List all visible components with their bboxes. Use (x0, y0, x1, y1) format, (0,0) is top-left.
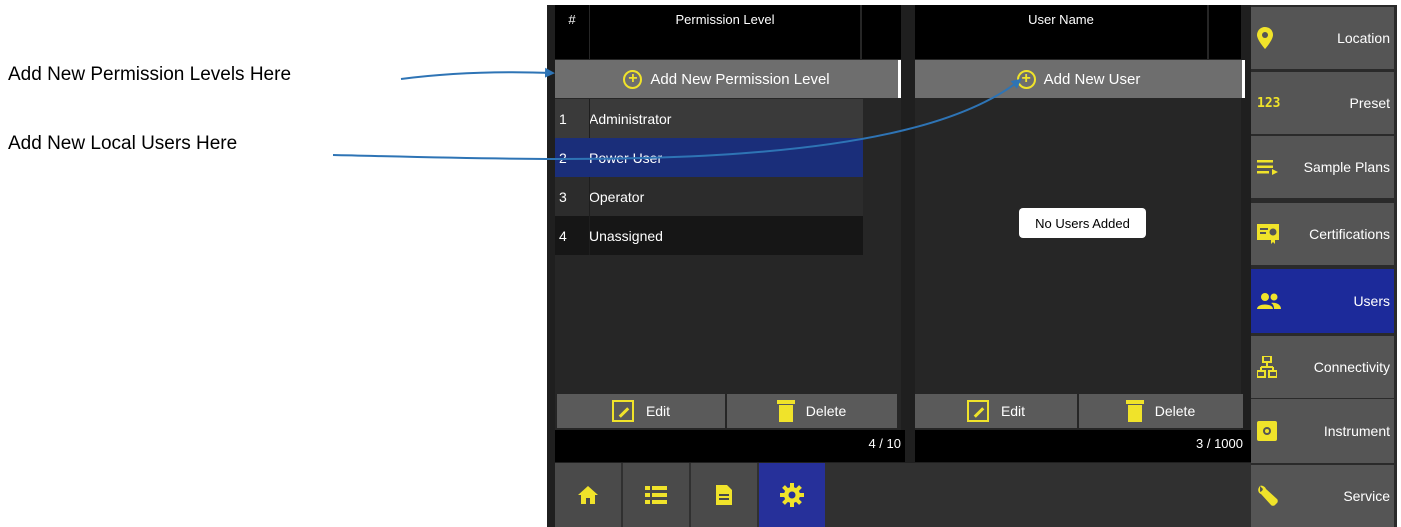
123-icon: 123 (1257, 95, 1281, 111)
annotation-add-permission: Add New Permission Levels Here (8, 64, 292, 85)
sidebar-item-label: Instrument (1323, 423, 1390, 439)
no-users-badge: No Users Added (1019, 208, 1146, 238)
edit-label: Edit (1000, 403, 1026, 419)
user-count: 3 / 1000 (1196, 436, 1243, 451)
sidebar-item-sample-plans[interactable]: Sample Plans (1251, 136, 1394, 198)
sidebar-item-label: Users (1353, 293, 1390, 309)
wrench-icon (1258, 485, 1278, 506)
column-header-number: # (555, 5, 589, 59)
certificate-icon (1257, 224, 1279, 244)
trash-icon (1125, 400, 1144, 422)
list-button[interactable] (623, 463, 689, 527)
annotation-add-users: Add New Local Users Here (8, 133, 238, 154)
trash-icon (776, 400, 795, 422)
delete-label: Delete (1154, 403, 1196, 419)
add-circle-icon: + (1016, 69, 1036, 89)
column-header-permission-level: Permission Level (590, 5, 860, 59)
settings-gear-icon (780, 483, 804, 507)
sidebar-item-label: Certifications (1309, 226, 1390, 242)
instrument-icon (1257, 421, 1277, 441)
device-screen: # Permission Level + Add New Permission … (547, 5, 1397, 527)
home-icon (578, 486, 598, 504)
permission-row-selected[interactable]: 2 Power User (555, 138, 863, 177)
edit-label: Edit (645, 403, 671, 419)
row-number: 1 (559, 110, 567, 127)
sidebar-item-label: Location (1337, 30, 1390, 46)
column-header-spacer (1209, 5, 1241, 59)
sidebar-item-instrument[interactable]: Instrument (1251, 399, 1394, 463)
document-button[interactable] (691, 463, 757, 527)
permission-row[interactable]: 4 Unassigned (555, 216, 863, 255)
permission-row[interactable]: 3 Operator (555, 177, 863, 216)
sidebar-item-label: Preset (1349, 95, 1390, 111)
delete-permission-button[interactable]: Delete (727, 394, 897, 428)
location-pin-icon (1257, 27, 1273, 49)
document-icon (716, 485, 732, 505)
permission-count: 4 / 10 (868, 436, 901, 451)
row-number: 2 (559, 149, 567, 166)
add-new-user-button[interactable]: + Add New User (915, 60, 1245, 98)
row-name: Power User (589, 149, 663, 166)
column-header-spacer (862, 5, 901, 59)
sidebar-item-label: Service (1343, 488, 1390, 504)
sidebar-item-connectivity[interactable]: Connectivity (1251, 336, 1394, 398)
row-name: Administrator (589, 110, 672, 127)
arrow-add-permission (400, 67, 555, 80)
sidebar-item-users[interactable]: Users (1251, 269, 1394, 333)
row-name: Unassigned (589, 227, 663, 244)
add-new-user-label: Add New User (1043, 70, 1141, 88)
delete-label: Delete (805, 403, 847, 419)
edit-permission-button[interactable]: Edit (557, 394, 725, 428)
delete-user-button[interactable]: Delete (1079, 394, 1243, 428)
home-button[interactable] (555, 463, 621, 527)
sidebar-item-location[interactable]: Location (1251, 7, 1394, 69)
edit-icon (966, 400, 989, 422)
network-icon (1257, 356, 1277, 378)
list-icon (645, 486, 667, 504)
sidebar-item-service[interactable]: Service (1251, 465, 1394, 527)
sidebar-item-label: Connectivity (1313, 359, 1390, 375)
settings-button[interactable] (759, 463, 825, 527)
add-circle-icon: + (623, 69, 643, 89)
add-permission-level-button[interactable]: + Add New Permission Level (555, 60, 901, 98)
column-header-user-name: User Name (915, 5, 1207, 59)
add-permission-level-label: Add New Permission Level (650, 70, 830, 88)
row-name: Operator (589, 188, 645, 205)
row-number: 3 (559, 188, 567, 205)
permission-row[interactable]: 1 Administrator (555, 99, 863, 138)
list-arrow-icon (1257, 160, 1278, 175)
row-number: 4 (559, 227, 567, 244)
users-icon (1257, 293, 1281, 309)
edit-icon (611, 400, 634, 422)
sidebar-item-label: Sample Plans (1303, 159, 1390, 175)
sidebar-item-preset[interactable]: 123 Preset (1251, 72, 1394, 134)
sidebar-item-certifications[interactable]: Certifications (1251, 203, 1394, 265)
edit-user-button[interactable]: Edit (915, 394, 1077, 428)
